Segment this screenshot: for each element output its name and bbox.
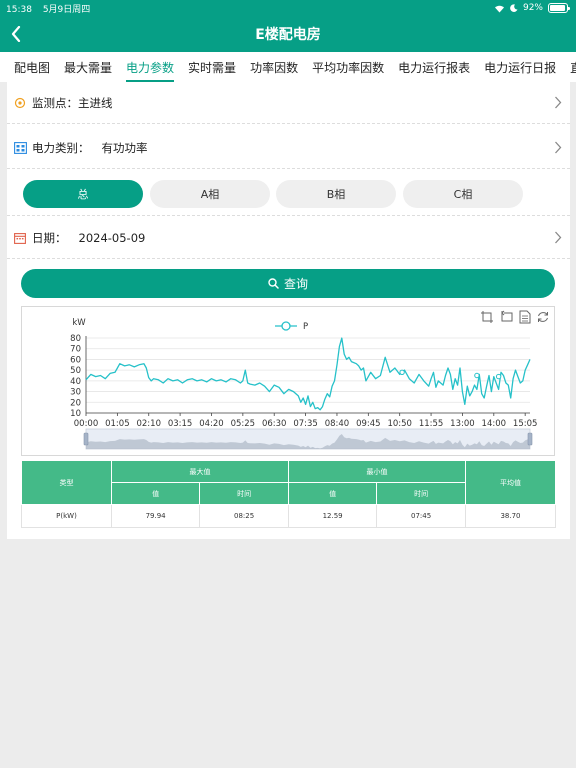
tab-item[interactable]: 最大需量 (57, 52, 119, 82)
header-max-time: 时间 (199, 482, 289, 505)
monitor-point-icon (13, 96, 27, 110)
chevron-right-icon (555, 231, 562, 244)
tab-item[interactable]: 电力运行报表 (391, 52, 477, 82)
x-tick-label: 10:50 (387, 419, 412, 429)
tab-item[interactable]: 电力运行日报 (477, 52, 563, 82)
chevron-left-icon (11, 26, 21, 42)
chevron-right-icon (555, 141, 562, 154)
calendar-icon (13, 231, 27, 245)
power-chart: 10 20 30 40 50 60 70 80 kW 00:00 01:05 02:10 03:15 04… (21, 306, 555, 456)
back-button[interactable] (4, 22, 28, 46)
y-axis-label: kW (72, 318, 86, 328)
date-row[interactable]: 日期： 2024-05-09 (7, 217, 570, 259)
y-tick-label: 20 (70, 398, 81, 408)
zoom-reset-icon[interactable] (501, 310, 513, 322)
phase-button[interactable]: B相 (276, 180, 396, 208)
header-type: 类型 (21, 460, 112, 505)
query-button[interactable]: 查询 (21, 269, 555, 298)
power-type-value: 有功功率 (101, 140, 148, 155)
tab-item[interactable]: 配电图 (0, 52, 57, 82)
data-view-icon[interactable] (519, 310, 531, 324)
x-tick-label: 11:55 (419, 419, 444, 429)
y-tick-label: 60 (70, 355, 81, 365)
x-tick-label: 15:05 (513, 419, 538, 429)
x-tick-label: 03:15 (168, 419, 193, 429)
cell-max-time: 08:25 (199, 504, 289, 528)
phase-button[interactable]: C相 (403, 180, 523, 208)
cell-max-value: 79.94 (110, 504, 201, 528)
x-tick-label: 02:10 (136, 419, 161, 429)
tab-item[interactable]: 平均功率因数 (305, 52, 391, 82)
zoom-icon[interactable] (481, 311, 493, 323)
data-point (474, 372, 480, 379)
x-tick-label: 05:25 (231, 419, 256, 429)
x-tick-label: 06:30 (262, 419, 287, 429)
stats-table: 类型 最大值 最小值 平均值 值 时间 值 时间 P(kW) 79.94 08:… (21, 460, 556, 528)
y-tick-label: 70 (70, 345, 81, 355)
header-max: 最大值 (111, 460, 289, 483)
tab-item[interactable]: 实时需量 (181, 52, 243, 82)
x-tick-label: 00:00 (74, 419, 99, 429)
content-card: 监测点： 主进线 电力类别： 有功功率 总 A相 B相 C相 日期： 2024-05-… (7, 82, 570, 539)
zoom-handle-right[interactable] (527, 432, 533, 446)
wifi-icon (494, 5, 504, 12)
tab-item[interactable]: 电力参数 (119, 52, 181, 82)
x-tick-label: 14:00 (482, 419, 507, 429)
table-row: P(kW) 79.94 08:25 12.59 07:45 38.70 (21, 504, 556, 528)
legend-marker (281, 321, 291, 331)
cell-type: P(kW) (21, 504, 112, 528)
y-tick-label: 30 (70, 388, 81, 398)
battery-icon (548, 3, 570, 13)
date-value: 2024-05-09 (78, 230, 146, 245)
header-avg: 平均值 (465, 460, 556, 505)
power-type-label: 电力类别： (32, 140, 90, 155)
power-type-row[interactable]: 电力类别： 有功功率 (7, 127, 570, 169)
monitor-point-row[interactable]: 监测点： 主进线 (7, 82, 570, 124)
zoom-handle-left[interactable] (83, 432, 89, 446)
cell-min-value: 12.59 (287, 504, 378, 528)
page-title: E楼配电房 (255, 27, 321, 43)
y-tick-label: 50 (70, 366, 81, 376)
header-min-value: 值 (287, 482, 378, 505)
moon-icon (510, 4, 518, 12)
date-label: 日期： (32, 230, 67, 245)
monitor-point-label: 监测点： (32, 95, 78, 110)
restore-icon[interactable] (538, 312, 548, 322)
header-min: 最小值 (287, 460, 467, 483)
y-tick-label: 10 (70, 409, 81, 419)
status-time: 15:38 (6, 4, 32, 15)
query-label: 查询 (283, 277, 308, 291)
x-tick-label: 09:45 (356, 419, 381, 429)
data-point (399, 369, 405, 375)
x-tick-label: 07:35 (293, 419, 318, 429)
x-tick-label: 01:05 (105, 419, 130, 429)
data-point (495, 373, 502, 380)
chevron-right-icon (555, 96, 562, 109)
x-tick-label: 13:00 (450, 419, 475, 429)
cell-avg: 38.70 (465, 504, 556, 528)
nav-bar: E楼配电房 (0, 16, 576, 52)
tab-item[interactable]: 功率因数 (243, 52, 305, 82)
status-bar: 15:38 5月9日周四 92% (0, 0, 576, 16)
legend-label: P (303, 322, 308, 332)
status-date: 5月9日周四 (42, 4, 91, 15)
tab-bar: 配电图最大需量电力参数实时需量功率因数平均功率因数电力运行报表电力运行日报直流 (0, 52, 576, 82)
battery-percent: 92% (522, 3, 543, 13)
y-tick-label: 80 (70, 334, 81, 344)
search-icon (268, 278, 279, 289)
header-max-value: 值 (110, 482, 201, 505)
phase-button[interactable]: A相 (150, 180, 270, 208)
monitor-point-value: 主进线 (78, 95, 113, 110)
header-min-time: 时间 (376, 482, 466, 505)
power-type-icon (13, 141, 27, 155)
chart-svg: 1020304050607080 kW 00:00 01:05 02:10 03:15 04… (70, 310, 548, 450)
x-tick-label: 04:20 (199, 419, 224, 429)
x-tick-label: 08:40 (325, 419, 350, 429)
phase-button[interactable]: 总 (23, 180, 143, 208)
tab-item[interactable]: 直流 (563, 52, 576, 82)
y-tick-label: 40 (70, 377, 81, 387)
cell-min-time: 07:45 (376, 504, 466, 528)
phase-selector: 总 A相 B相 C相 (7, 172, 570, 216)
